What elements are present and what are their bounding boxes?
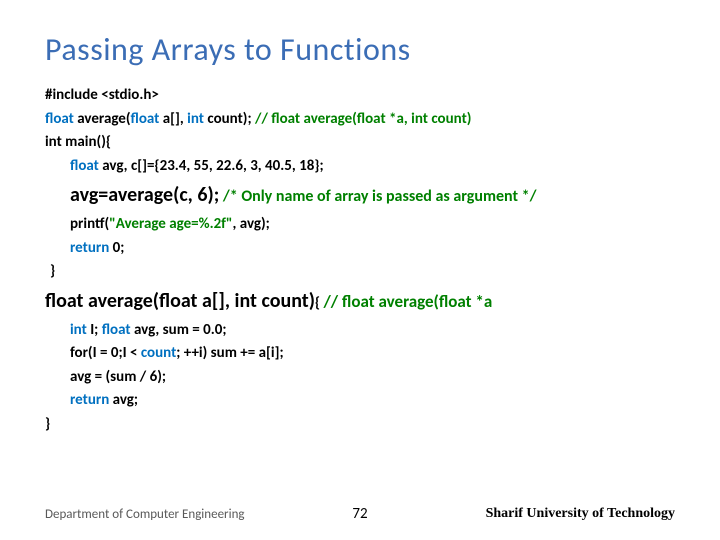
t: float <box>131 110 163 128</box>
t: /* Only name of array is passed as argum… <box>219 187 536 206</box>
code-line: float average(float a[], int count){ // … <box>45 286 675 316</box>
t: #include <box>45 86 101 104</box>
footer: Department of Computer Engineering 72 Sh… <box>0 506 720 522</box>
t: } <box>45 262 55 280</box>
code-line: return 0; <box>45 237 675 260</box>
t: average( <box>77 110 130 128</box>
t: int <box>187 110 207 128</box>
t: float <box>70 157 102 175</box>
t: count); <box>207 110 255 128</box>
code-line: } <box>45 260 675 283</box>
code-line: int main(){ <box>45 131 675 154</box>
t: <stdio.h> <box>101 86 159 104</box>
t: int <box>70 321 90 339</box>
t: , avg); <box>233 215 270 233</box>
t: for(I = 0;I < <box>70 344 141 362</box>
t: // float average(float *a <box>323 291 492 312</box>
footer-university: Sharif University of Technology <box>486 506 675 522</box>
code-line: int I; float avg, sum = 0.0; <box>45 319 675 342</box>
code-line: avg=average(c, 6); /* Only name of array… <box>45 180 675 210</box>
code-line: } <box>45 413 675 436</box>
code-line: printf("Average age=%.2f", avg); <box>45 213 675 236</box>
t: float <box>102 321 134 339</box>
t: avg, sum = 0.0; <box>134 321 227 339</box>
t: "Average age=%.2f" <box>109 215 232 233</box>
code-block: #include <stdio.h> float average(float a… <box>45 84 675 435</box>
code-line: float average(float a[], int count); // … <box>45 108 675 131</box>
code-line: float avg, c[]={23.4, 55, 22.6, 3, 40.5,… <box>45 155 675 178</box>
t: count <box>141 344 176 362</box>
t: ; ++i) sum += a[i]; <box>176 344 283 362</box>
footer-dept: Department of Computer Engineering <box>45 507 245 522</box>
t: float <box>45 110 77 128</box>
t: printf( <box>70 215 109 233</box>
code-line: for(I = 0;I < count; ++i) sum += a[i]; <box>45 342 675 365</box>
code-line: avg = (sum / 6); <box>45 366 675 389</box>
t: avg=average(c, 6); <box>70 183 219 207</box>
slide-title: Passing Arrays to Functions <box>45 30 675 69</box>
t: avg; <box>113 391 138 409</box>
t: avg, c[]={23.4, 55, 22.6, 3, 40.5, 18}; <box>102 157 323 175</box>
code-line: #include <stdio.h> <box>45 84 675 107</box>
t: return <box>70 391 113 409</box>
code-line: return avg; <box>45 389 675 412</box>
t: // float average(float *a, int count) <box>255 110 471 128</box>
t: return <box>70 239 113 257</box>
slide-number: 72 <box>352 505 367 523</box>
t: float average(float a[], int count) <box>45 289 315 313</box>
t: a[], <box>163 110 187 128</box>
t: 0; <box>113 239 125 257</box>
t: I; <box>90 321 102 339</box>
